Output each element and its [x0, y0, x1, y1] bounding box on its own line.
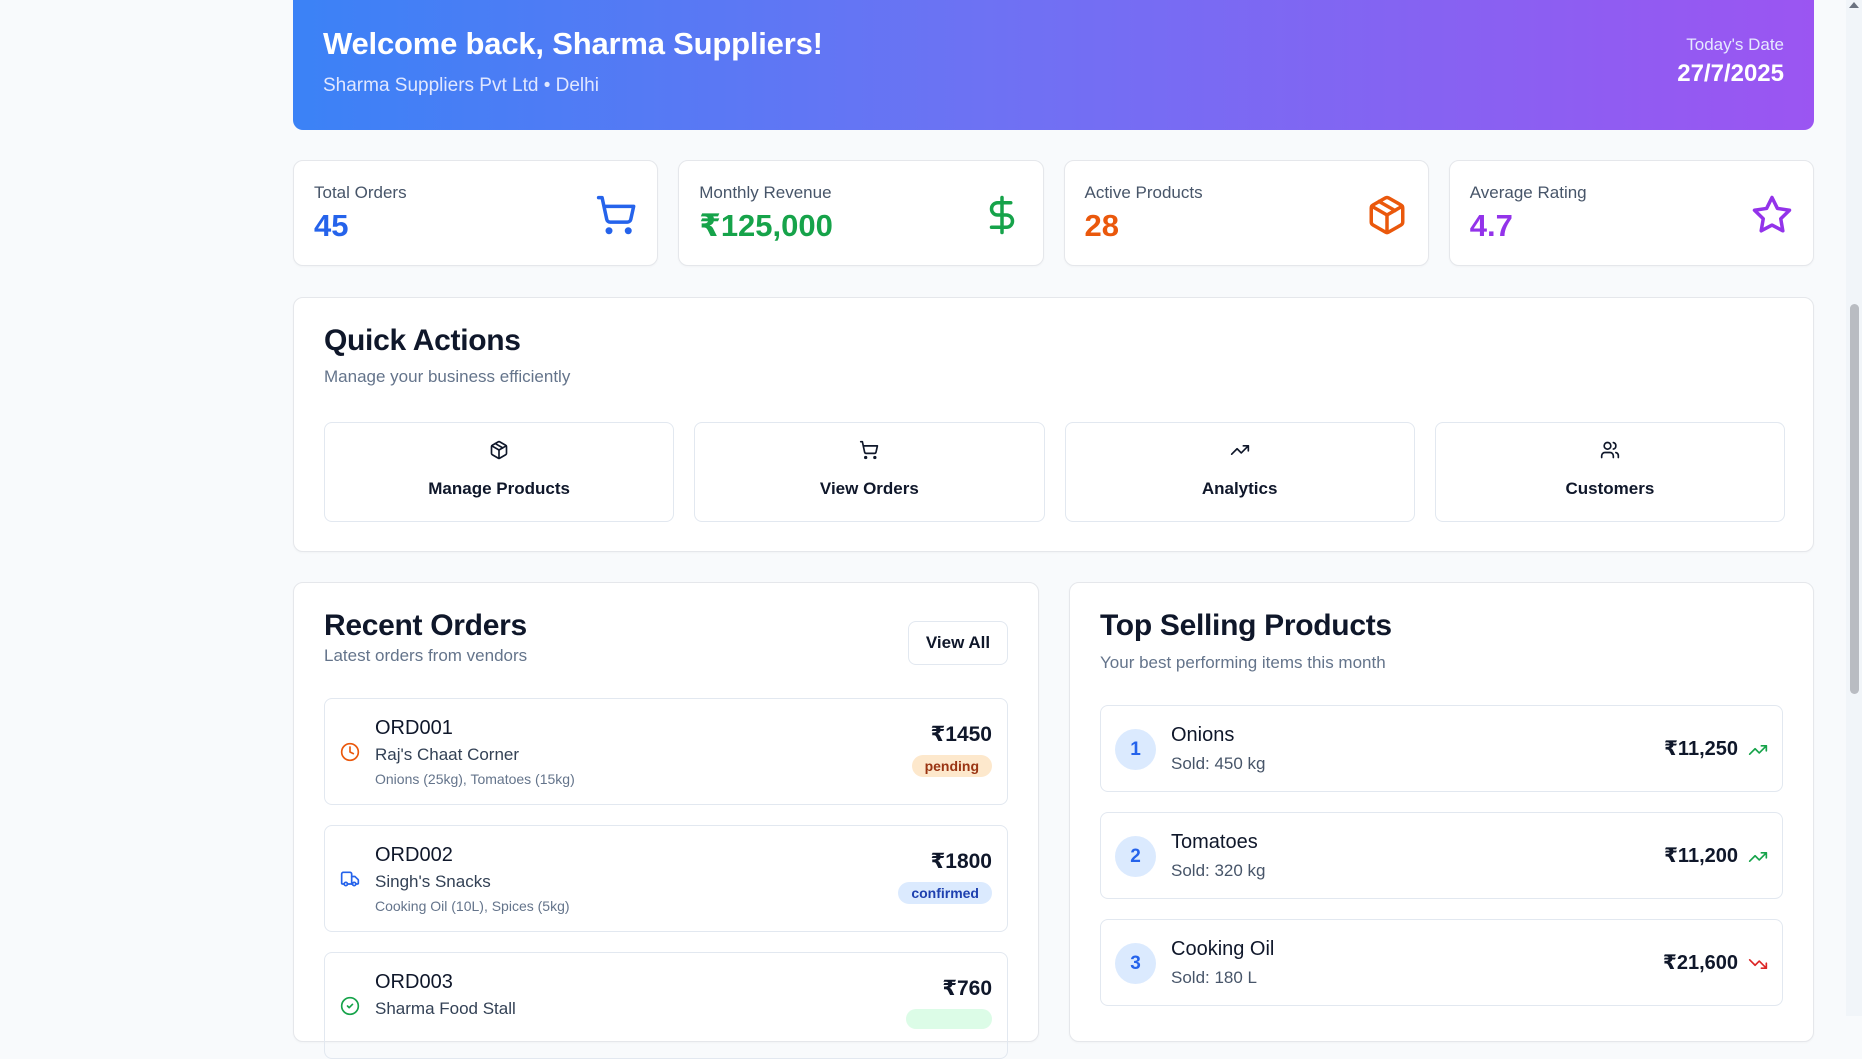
- stat-card-average-rating: Average Rating 4.7: [1448, 160, 1814, 266]
- cart-icon: [860, 440, 879, 460]
- stat-value: 45: [314, 208, 349, 243]
- order-id: ORD001: [375, 717, 453, 739]
- rank-badge: 1: [1115, 729, 1156, 770]
- dashboard: Welcome back, Sharma Suppliers! Sharma S…: [293, 0, 1814, 1059]
- recent-orders-title: Recent Orders: [324, 609, 527, 642]
- status-badge: confirmed: [898, 882, 992, 904]
- trending-down-icon: [1748, 959, 1768, 969]
- stat-value: 4.7: [1469, 208, 1513, 243]
- clock-icon: [340, 742, 360, 762]
- product-sold: Sold: 180 L: [1171, 968, 1258, 987]
- stats-row: Total Orders 45 Monthly Revenue ₹125,000…: [293, 160, 1814, 266]
- product-revenue: ₹11,250: [1664, 738, 1738, 760]
- manage-products-button[interactable]: Manage Products: [324, 422, 675, 522]
- product-row[interactable]: 1 Onions Sold: 450 kg ₹11,250: [1100, 705, 1783, 792]
- date-label: Today's Date: [1686, 35, 1784, 54]
- page-scrollbar[interactable]: [1846, 0, 1862, 1016]
- welcome-banner: Welcome back, Sharma Suppliers! Sharma S…: [293, 0, 1814, 130]
- button-label: Analytics: [1201, 479, 1278, 498]
- stat-label: Average Rating: [1469, 183, 1587, 202]
- order-id: ORD002: [375, 844, 453, 866]
- stat-label: Total Orders: [314, 183, 407, 202]
- quick-actions-grid: Manage Products View Orders Analytics Cu…: [324, 422, 1785, 522]
- truck-icon: [340, 871, 360, 887]
- welcome-title: Welcome back, Sharma Suppliers!: [323, 26, 823, 61]
- date-value: 27/7/2025: [1677, 60, 1784, 87]
- quick-actions-subtitle: Manage your business efficiently: [324, 367, 571, 386]
- scroll-up-arrow-icon[interactable]: [1849, 2, 1859, 8]
- product-revenue: ₹11,200: [1664, 845, 1738, 867]
- recent-orders-card: Recent Orders Latest orders from vendors…: [293, 582, 1039, 1059]
- check-circle-icon: [340, 996, 360, 1016]
- order-vendor: Raj's Chaat Corner: [375, 745, 520, 764]
- status-badge: pending: [911, 755, 992, 777]
- stat-card-monthly-revenue: Monthly Revenue ₹125,000: [678, 160, 1044, 266]
- product-revenue: ₹21,600: [1662, 952, 1738, 974]
- order-row[interactable]: ORD003 Sharma Food Stall ₹760: [324, 952, 1008, 1059]
- rank-badge: 3: [1115, 943, 1156, 984]
- order-row[interactable]: ORD001 Raj's Chaat Corner Onions (25kg),…: [324, 698, 1008, 805]
- stat-card-active-products: Active Products 28: [1063, 160, 1429, 266]
- stat-label: Monthly Revenue: [699, 183, 832, 202]
- package-icon: [490, 440, 508, 460]
- product-name: Cooking Oil: [1171, 938, 1275, 960]
- view-orders-button[interactable]: View Orders: [694, 422, 1045, 522]
- trending-up-icon: [1748, 852, 1768, 862]
- product-sold: Sold: 320 kg: [1171, 861, 1266, 880]
- order-amount: ₹760: [942, 977, 992, 1000]
- stat-value: ₹125,000: [699, 208, 833, 243]
- users-icon: [1600, 441, 1620, 459]
- company-subtitle: Sharma Suppliers Pvt Ltd • Delhi: [323, 75, 599, 96]
- cart-icon: [597, 195, 636, 235]
- quick-actions-card: Quick Actions Manage your business effic…: [293, 297, 1814, 552]
- dollar-icon: [989, 195, 1014, 235]
- view-all-button[interactable]: View All: [908, 621, 1008, 665]
- trending-up-icon: [1748, 745, 1768, 755]
- top-products-title: Top Selling Products: [1100, 609, 1392, 642]
- scrollbar-thumb[interactable]: [1850, 304, 1859, 694]
- product-name: Onions: [1171, 724, 1235, 746]
- analytics-button[interactable]: Analytics: [1064, 422, 1415, 522]
- status-badge: [906, 1009, 992, 1029]
- button-label: Manage Products: [428, 479, 570, 498]
- quick-actions-title: Quick Actions: [324, 324, 521, 357]
- button-label: Customers: [1565, 479, 1655, 498]
- customers-button[interactable]: Customers: [1434, 422, 1785, 522]
- order-id: ORD003: [375, 971, 453, 993]
- stat-card-total-orders: Total Orders 45: [293, 160, 659, 266]
- button-label: View Orders: [819, 479, 919, 498]
- package-icon: [1369, 195, 1405, 235]
- order-amount: ₹1800: [930, 850, 992, 873]
- order-row[interactable]: ORD002 Singh's Snacks Cooking Oil (10L),…: [324, 825, 1008, 932]
- product-sold: Sold: 450 kg: [1171, 754, 1266, 773]
- order-vendor: Singh's Snacks: [375, 872, 491, 891]
- stat-value: 28: [1084, 208, 1119, 243]
- star-icon: [1752, 195, 1792, 233]
- recent-orders-subtitle: Latest orders from vendors: [324, 646, 528, 665]
- order-vendor: Sharma Food Stall: [375, 999, 516, 1018]
- order-items: Onions (25kg), Tomatoes (15kg): [375, 771, 575, 787]
- top-products-subtitle: Your best performing items this month: [1100, 653, 1386, 672]
- order-amount: ₹1450: [930, 723, 992, 746]
- top-products-card: Top Selling Products Your best performin…: [1069, 582, 1814, 1042]
- stat-label: Active Products: [1084, 183, 1203, 202]
- product-row[interactable]: 3 Cooking Oil Sold: 180 L ₹21,600: [1100, 919, 1783, 1006]
- rank-badge: 2: [1115, 836, 1156, 877]
- trending-up-icon: [1230, 445, 1249, 455]
- product-row[interactable]: 2 Tomatoes Sold: 320 kg ₹11,200: [1100, 812, 1783, 899]
- order-items: Cooking Oil (10L), Spices (5kg): [375, 898, 570, 914]
- product-name: Tomatoes: [1171, 831, 1258, 853]
